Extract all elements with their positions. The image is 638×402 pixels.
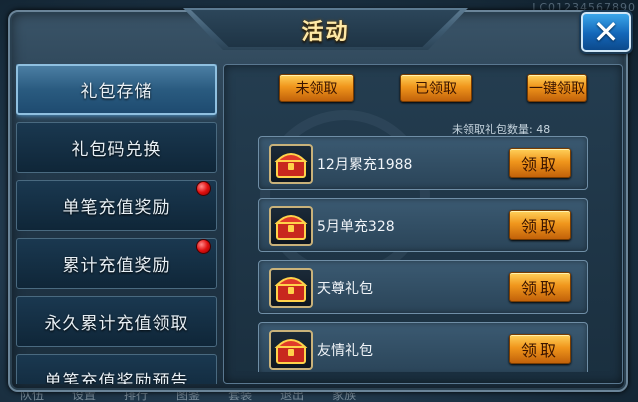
- tab-permanent-cumulative-recharge[interactable]: 永久累计充值领取: [16, 296, 217, 347]
- claim-button[interactable]: 领取: [509, 272, 571, 302]
- claimed-filter-button[interactable]: 已领取: [400, 74, 472, 102]
- red-dot-icon: [196, 181, 211, 196]
- unclaimed-filter-button[interactable]: 未领取: [279, 74, 354, 102]
- gift-list: 12月累充1988 领取 5月单充328 领取 天尊礼包 领取 友情礼包 领取: [258, 136, 590, 372]
- tab-label: 单笔充值奖励: [62, 198, 171, 218]
- unclaimed-count-value: 48: [536, 123, 551, 136]
- claim-label: 领取: [520, 217, 559, 236]
- claim-label: 领取: [520, 279, 559, 298]
- claim-button[interactable]: 领取: [509, 334, 571, 364]
- claim-button[interactable]: 领取: [509, 210, 571, 240]
- gift-row: 12月累充1988 领取: [258, 136, 588, 190]
- tab-label: 礼包码兑换: [71, 140, 162, 160]
- treasure-chest-icon: [269, 144, 313, 184]
- game-screen: LC01234567890 队伍 设置 排行 图鉴 套装 退出 家族 活动 ✕ …: [0, 0, 638, 402]
- red-dot-icon: [196, 239, 211, 254]
- tab-label: 礼包存储: [80, 82, 153, 102]
- gift-row: 5月单充328 领取: [258, 198, 588, 252]
- tab-cumulative-recharge-reward[interactable]: 累计充值奖励: [16, 238, 217, 289]
- filter-label: 一键领取: [529, 81, 585, 97]
- tab-list: 礼包存储 礼包码兑换 单笔充值奖励 累计充值奖励 永久累计充值领取 单笔充值奖励…: [16, 64, 217, 384]
- gift-name: 友情礼包: [317, 343, 373, 359]
- close-button[interactable]: ✕: [581, 12, 631, 52]
- tab-single-recharge-reward[interactable]: 单笔充值奖励: [16, 180, 217, 231]
- gift-row: 天尊礼包 领取: [258, 260, 588, 314]
- gift-name: 12月累充1988: [317, 157, 413, 173]
- treasure-chest-icon: [269, 268, 313, 308]
- close-icon: ✕: [592, 13, 620, 51]
- tab-single-recharge-preview[interactable]: 单笔充值奖励预告: [16, 354, 217, 384]
- tab-gift-code-redeem[interactable]: 礼包码兑换: [16, 122, 217, 173]
- claim-all-button[interactable]: 一键领取: [527, 74, 587, 102]
- gift-row: 友情礼包 领取: [258, 322, 588, 372]
- treasure-chest-icon: [269, 330, 313, 370]
- filter-label: 未领取: [295, 81, 338, 97]
- tab-label: 单笔充值奖励预告: [44, 372, 189, 384]
- gift-name: 天尊礼包: [317, 281, 373, 297]
- tab-gift-storage[interactable]: 礼包存储: [16, 64, 217, 115]
- claim-button[interactable]: 领取: [509, 148, 571, 178]
- panel-title: 活动: [301, 20, 350, 45]
- claim-label: 领取: [520, 341, 559, 360]
- gift-name: 5月单充328: [317, 219, 395, 235]
- tab-label: 累计充值奖励: [62, 256, 171, 276]
- tab-label: 永久累计充值领取: [44, 314, 189, 334]
- unclaimed-count-label: 未领取礼包数量:: [452, 123, 533, 136]
- claim-label: 领取: [520, 155, 559, 174]
- unclaimed-count: 未领取礼包数量: 48: [452, 121, 550, 137]
- treasure-chest-icon: [269, 206, 313, 246]
- filter-label: 已领取: [415, 81, 457, 97]
